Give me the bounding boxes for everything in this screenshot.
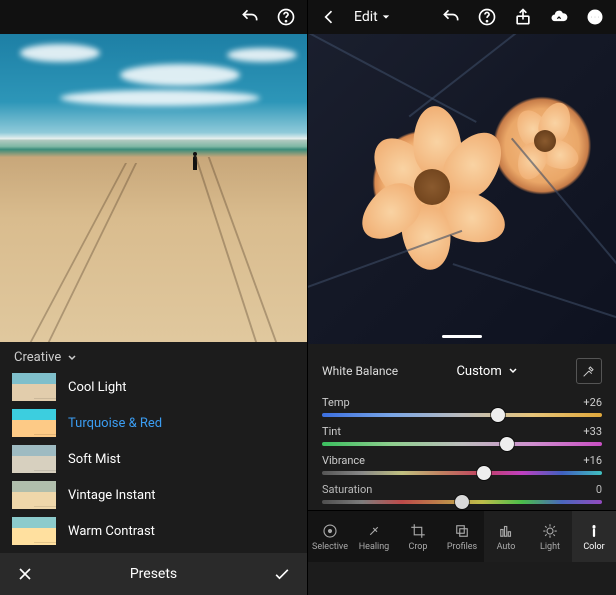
help-icon[interactable] <box>476 6 498 28</box>
undo-icon[interactable] <box>440 6 462 28</box>
caret-down-icon <box>382 13 390 21</box>
preset-item[interactable]: Warm Contrast <box>0 513 307 549</box>
preset-label: Warm Contrast <box>68 524 155 539</box>
confirm-icon[interactable] <box>271 563 293 585</box>
share-icon[interactable] <box>512 6 534 28</box>
wb-value: Custom <box>456 364 501 379</box>
wb-select[interactable]: Custom <box>456 364 517 379</box>
tool-label: Healing <box>359 542 390 552</box>
left-topbar <box>0 0 307 34</box>
tool-crop[interactable]: Crop <box>396 511 440 562</box>
slider-value: +26 <box>583 396 602 409</box>
preset-item[interactable]: Soft Mist <box>0 441 307 477</box>
tool-label: Crop <box>408 542 427 552</box>
preset-item[interactable]: Vintage Instant <box>0 477 307 513</box>
more-icon[interactable] <box>584 6 606 28</box>
preview-image-beach[interactable] <box>0 34 307 342</box>
preset-group-select[interactable]: Creative <box>0 342 307 369</box>
presets-panel: Creative Cool Light Turquoise & Red Soft… <box>0 342 307 595</box>
mode-label: Edit <box>354 9 378 25</box>
preset-thumb <box>12 445 56 473</box>
tool-healing[interactable]: Healing <box>352 511 396 562</box>
eyedropper-icon <box>581 363 597 379</box>
slider-value: 0 <box>596 483 602 496</box>
preset-thumb <box>12 481 56 509</box>
preset-thumb <box>12 373 56 401</box>
close-icon[interactable] <box>14 563 36 585</box>
cloud-sync-icon[interactable] <box>548 6 570 28</box>
preview-image-flower[interactable] <box>308 34 616 344</box>
help-icon[interactable] <box>275 6 297 28</box>
tool-profiles[interactable]: Profiles <box>440 511 484 562</box>
mode-select[interactable]: Edit <box>354 9 390 25</box>
slider-label: Tint <box>322 425 341 438</box>
slider-tint[interactable]: Tint +33 <box>308 423 616 452</box>
tool-color[interactable]: Color <box>572 511 616 562</box>
presets-title: Presets <box>36 566 271 582</box>
preset-label: Vintage Instant <box>68 488 156 503</box>
undo-icon[interactable] <box>239 6 261 28</box>
preset-thumb <box>12 409 56 437</box>
preset-label: Soft Mist <box>68 452 121 467</box>
tool-light[interactable]: Light <box>528 511 572 562</box>
slider-label: Temp <box>322 396 350 409</box>
preset-list: Cool Light Turquoise & Red Soft Mist Vin… <box>0 369 307 553</box>
color-panel: White Balance Custom Temp +26 Tint +33 <box>308 344 616 595</box>
preset-label: Turquoise & Red <box>68 416 162 431</box>
slider-value: +33 <box>583 425 602 438</box>
drag-handle[interactable] <box>442 335 482 338</box>
slider-temp[interactable]: Temp +26 <box>308 394 616 423</box>
preset-thumb <box>12 517 56 545</box>
tool-label: Auto <box>497 542 516 552</box>
presets-footer: Presets <box>0 553 307 595</box>
tool-label: Light <box>540 542 560 552</box>
slider-label: Vibrance <box>322 454 365 467</box>
preset-item[interactable]: Turquoise & Red <box>0 405 307 441</box>
preset-label: Cool Light <box>68 380 127 395</box>
slider-saturation[interactable]: Saturation 0 <box>308 481 616 510</box>
preset-group-label: Creative <box>14 350 61 365</box>
preset-item[interactable]: Cool Light <box>0 369 307 405</box>
back-icon[interactable] <box>318 6 340 28</box>
right-pane: Edit <box>308 0 616 595</box>
tool-label: Selective <box>312 542 348 552</box>
slider-vibrance[interactable]: Vibrance +16 <box>308 452 616 481</box>
left-pane: Creative Cool Light Turquoise & Red Soft… <box>0 0 308 595</box>
tool-label: Profiles <box>447 542 477 552</box>
tool-selective[interactable]: Selective <box>308 511 352 562</box>
tool-label: Color <box>583 542 604 552</box>
slider-label: Saturation <box>322 483 372 496</box>
chevron-down-icon <box>67 353 77 363</box>
eyedropper-button[interactable] <box>576 358 602 384</box>
tool-strip: Selective Healing Crop Profiles Auto Lig… <box>308 510 616 562</box>
tool-auto[interactable]: Auto <box>484 511 528 562</box>
chevron-down-icon <box>508 366 518 376</box>
slider-value: +16 <box>583 454 602 467</box>
right-topbar: Edit <box>308 0 616 34</box>
wb-label: White Balance <box>322 364 398 378</box>
